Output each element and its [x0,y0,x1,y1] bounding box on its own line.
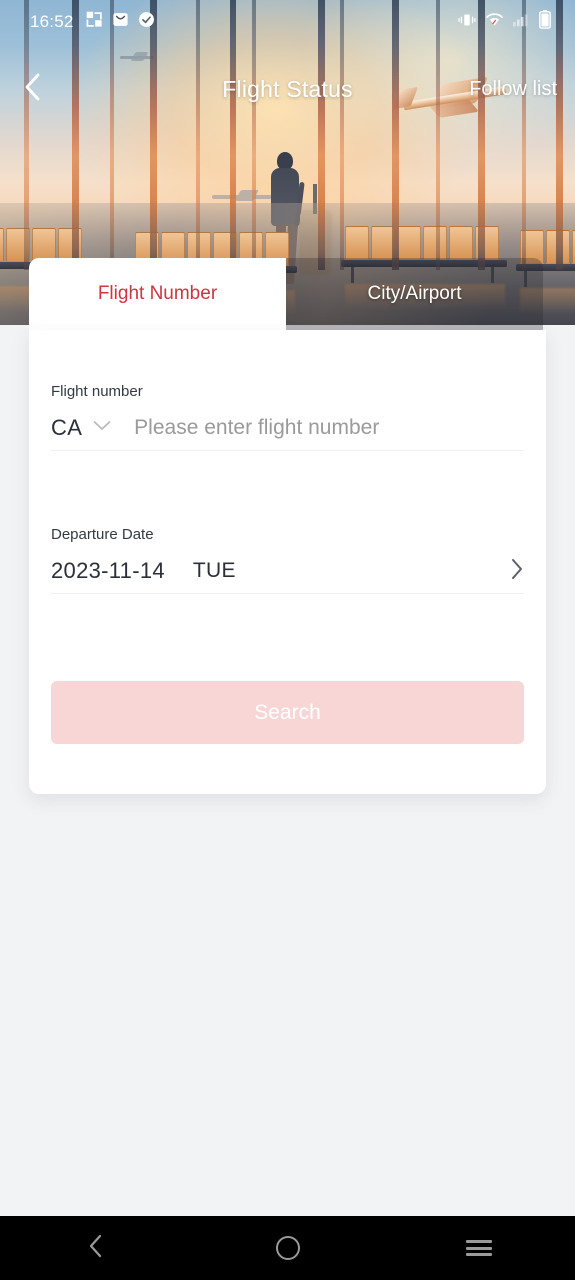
screenshot-share-icon [86,11,103,33]
airline-code-value[interactable]: CA [51,415,82,441]
tab-flight-number[interactable]: Flight Number [29,258,286,330]
status-bar-system-icons [458,10,551,34]
departure-date-underline [51,593,524,594]
flight-number-field: Flight number CA Please enter flight num… [51,383,524,451]
android-recents-button[interactable] [383,1237,575,1260]
chevron-down-icon[interactable] [92,419,112,437]
follow-list-button[interactable]: Follow list [469,78,557,101]
wifi-icon [485,12,504,32]
tab-city-airport[interactable]: City/Airport [286,258,543,330]
chevron-right-icon[interactable] [510,557,524,586]
vibrate-icon [458,12,476,33]
status-bar: 16:52 [0,0,575,44]
chevron-left-icon [22,72,44,107]
status-bar-clock: 16:52 [30,12,74,31]
signal-bars-icon [513,12,530,32]
back-button[interactable] [18,72,48,107]
android-navigation-bar [0,1216,575,1280]
chevron-left-icon [86,1233,106,1264]
app-header: Flight Status Follow list [0,64,575,114]
status-bar-notification-icons [86,11,155,33]
departure-date-value: 2023-11-14 [51,558,165,583]
search-form-card: Flight number CA Please enter flight num… [29,330,546,794]
circle-home-icon [275,1236,300,1260]
android-home-button[interactable] [192,1236,384,1260]
distant-plane-icon [120,52,154,62]
tab-flight-number-label: Flight Number [97,283,218,304]
flight-number-input[interactable]: Please enter flight number [134,416,379,440]
hamburger-recents-icon [466,1237,493,1260]
departure-date-label: Departure Date [51,526,154,543]
flight-number-label: Flight number [51,383,143,400]
search-button-label: Search [254,700,321,724]
departure-date-field[interactable]: Departure Date 2023-11-14 TUE [51,526,524,594]
search-button[interactable]: Search [51,681,524,744]
android-back-button[interactable] [0,1233,192,1264]
tab-city-airport-label: City/Airport [367,283,462,304]
mail-icon [112,11,129,33]
battery-icon [539,10,551,34]
departure-weekday-value: TUE [192,559,236,582]
check-circle-icon [138,11,155,33]
flight-number-underline [51,450,524,451]
phone-screen: 16:52 Flight Status Follow list Flight N… [0,0,575,1280]
search-mode-tabs: Flight Number City/Airport [29,258,546,330]
